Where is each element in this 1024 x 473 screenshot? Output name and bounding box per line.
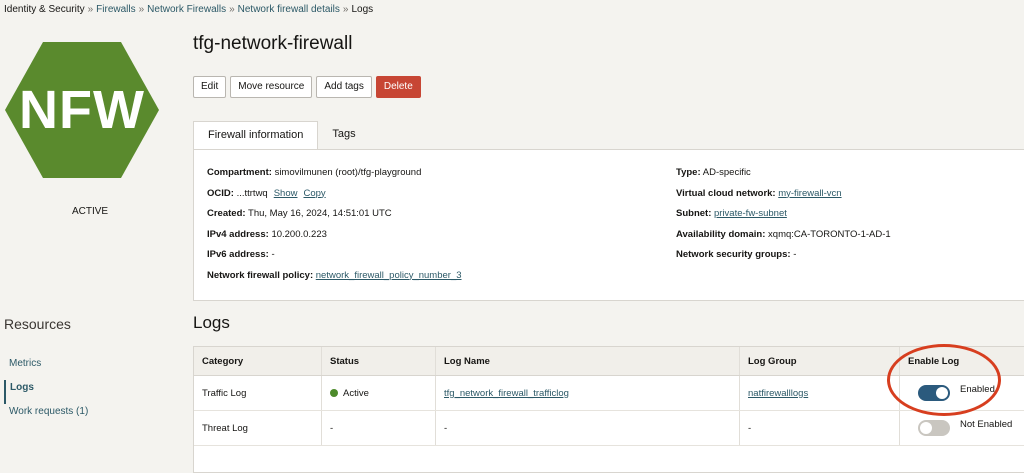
availability-domain-label: Availability domain: — [676, 228, 766, 240]
row-log-group: natfirewalllogs — [740, 376, 900, 410]
vcn-label: Virtual cloud network: — [676, 187, 776, 199]
ipv6-label: IPv6 address: — [207, 249, 269, 260]
enable-log-label: Not Enabled — [960, 418, 1013, 430]
detail-tabs: Firewall information Tags — [193, 121, 370, 150]
info-column-left: Compartment: simovilmunen (root)/tfg-pla… — [207, 167, 462, 290]
ocid-row: OCID: ...ttrtwq Show Copy — [207, 188, 462, 209]
table-row: Threat Log - - - Not Enabled — [194, 411, 1024, 446]
policy-link[interactable]: network_firewall_policy_number_3 — [316, 270, 462, 281]
policy-label: Network firewall policy: — [207, 269, 314, 281]
vcn-link[interactable]: my-firewall-vcn — [778, 188, 841, 199]
enable-log-toggle[interactable] — [918, 385, 950, 401]
tab-tags[interactable]: Tags — [318, 121, 369, 148]
resources-item-metrics[interactable]: Metrics — [4, 356, 174, 380]
subnet-label: Subnet: — [676, 208, 712, 219]
info-column-right: Type: AD-specific Virtual cloud network:… — [676, 167, 891, 270]
row-category: Traffic Log — [194, 376, 322, 410]
row-log-name: tfg_network_firewall_trafficlog — [436, 376, 740, 410]
log-group-text: - — [748, 422, 752, 434]
breadcrumb-separator: » — [138, 4, 145, 15]
column-header-log-group: Log Group — [740, 347, 900, 375]
breadcrumb-separator: » — [342, 4, 349, 15]
column-header-enable-log: Enable Log — [908, 355, 960, 367]
policy-row: Network firewall policy: network_firewal… — [207, 270, 462, 291]
edit-button[interactable]: Edit — [193, 76, 227, 98]
log-group-link[interactable]: natfirewalllogs — [748, 388, 808, 399]
move-resource-button[interactable]: Move resource — [230, 76, 313, 98]
created-value: Thu, May 16, 2024, 14:51:01 UTC — [248, 208, 392, 219]
delete-button[interactable]: Delete — [375, 76, 421, 98]
column-header-status: Status — [322, 347, 436, 375]
row-status: - — [322, 411, 436, 445]
table-empty-space — [194, 446, 1024, 472]
row-status: Active — [322, 376, 436, 410]
type-row: Type: AD-specific — [676, 167, 891, 188]
ocid-label: OCID: — [207, 187, 234, 199]
enable-log-toggle[interactable] — [918, 420, 950, 436]
nsg-row: Network security groups: - — [676, 249, 891, 270]
breadcrumb-firewalls[interactable]: Firewalls — [96, 4, 135, 15]
subnet-row: Subnet: private-fw-subnet — [676, 208, 891, 229]
compartment-value: simovilmunen (root)/tfg-playground — [274, 167, 422, 178]
action-bar: Edit Move resource Add tags Delete — [193, 76, 421, 98]
ocid-show-link[interactable]: Show — [274, 188, 298, 199]
hexagon-label: NFW — [19, 80, 145, 140]
breadcrumb-network-firewalls[interactable]: Network Firewalls — [147, 4, 226, 15]
breadcrumb-network-firewall-details[interactable]: Network firewall details — [238, 4, 340, 15]
toggle-knob — [936, 387, 948, 399]
firewall-info-panel: Compartment: simovilmunen (root)/tfg-pla… — [193, 149, 1024, 301]
resources-heading: Resources — [4, 316, 71, 332]
vcn-row: Virtual cloud network: my-firewall-vcn — [676, 188, 891, 209]
enable-log-label: Enabled — [960, 383, 995, 395]
row-category: Threat Log — [194, 411, 322, 445]
compartment-row: Compartment: simovilmunen (root)/tfg-pla… — [207, 167, 462, 188]
availability-domain-value: xqmq:CA-TORONTO-1-AD-1 — [768, 228, 891, 240]
ipv4-value: 10.200.0.223 — [271, 228, 327, 240]
ipv6-row: IPv6 address: - — [207, 249, 462, 270]
breadcrumb-current-logs: Logs — [351, 4, 374, 15]
page-title: tfg-network-firewall — [193, 33, 353, 54]
created-row: Created: Thu, May 16, 2024, 14:51:01 UTC — [207, 208, 462, 229]
ipv6-value: - — [271, 249, 275, 260]
availability-domain-row: Availability domain: xqmq:CA-TORONTO-1-A… — [676, 229, 891, 250]
breadcrumb: Identity & Security» Firewalls» Network Fi… — [4, 4, 373, 15]
ocid-value: ...ttrtwq — [236, 187, 268, 199]
breadcrumb-identity-security[interactable]: Identity & Security — [4, 4, 85, 15]
resources-item-work-requests[interactable]: Work requests (1) — [4, 404, 174, 428]
subnet-link[interactable]: private-fw-subnet — [714, 208, 787, 219]
log-name-link[interactable]: tfg_network_firewall_trafficlog — [444, 388, 569, 399]
nsg-label: Network security groups: — [676, 249, 791, 260]
ipv4-row: IPv4 address: 10.200.0.223 — [207, 229, 462, 250]
logs-table-header: Category Status Log Name Log Group Enabl… — [194, 347, 1024, 376]
row-enable-log: Enabled — [900, 376, 1024, 410]
tab-firewall-information[interactable]: Firewall information — [193, 121, 319, 150]
table-row: Traffic Log Active tfg_network_firewall_… — [194, 376, 1024, 411]
column-header-log-name: Log Name — [436, 347, 740, 375]
row-enable-log: Not Enabled — [900, 411, 1024, 445]
type-value: AD-specific — [702, 167, 751, 178]
status-active-dot-icon — [330, 389, 338, 397]
resources-menu: Metrics Logs Work requests (1) — [4, 356, 174, 428]
add-tags-button[interactable]: Add tags — [316, 76, 372, 98]
ipv4-label: IPv4 address: — [207, 228, 269, 240]
logs-heading: Logs — [193, 313, 230, 332]
row-log-group: - — [740, 411, 900, 445]
row-status-text: - — [330, 422, 334, 434]
nsg-value: - — [793, 249, 797, 260]
lifecycle-state: ACTIVE — [71, 206, 109, 217]
column-header-category: Category — [194, 347, 322, 375]
compartment-label: Compartment: — [207, 167, 272, 178]
created-label: Created: — [207, 208, 246, 219]
ocid-copy-link[interactable]: Copy — [303, 188, 325, 199]
type-label: Type: — [676, 167, 701, 178]
row-status-text: Active — [343, 387, 369, 399]
logs-table: Category Status Log Name Log Group Enabl… — [193, 346, 1024, 473]
toggle-knob — [920, 422, 932, 434]
breadcrumb-separator: » — [229, 4, 235, 15]
log-name-text: - — [444, 422, 448, 434]
row-log-name: - — [436, 411, 740, 445]
breadcrumb-separator: » — [87, 4, 94, 15]
network-firewall-hexagon-icon: NFW — [4, 40, 160, 180]
resources-item-logs[interactable]: Logs — [4, 380, 174, 404]
